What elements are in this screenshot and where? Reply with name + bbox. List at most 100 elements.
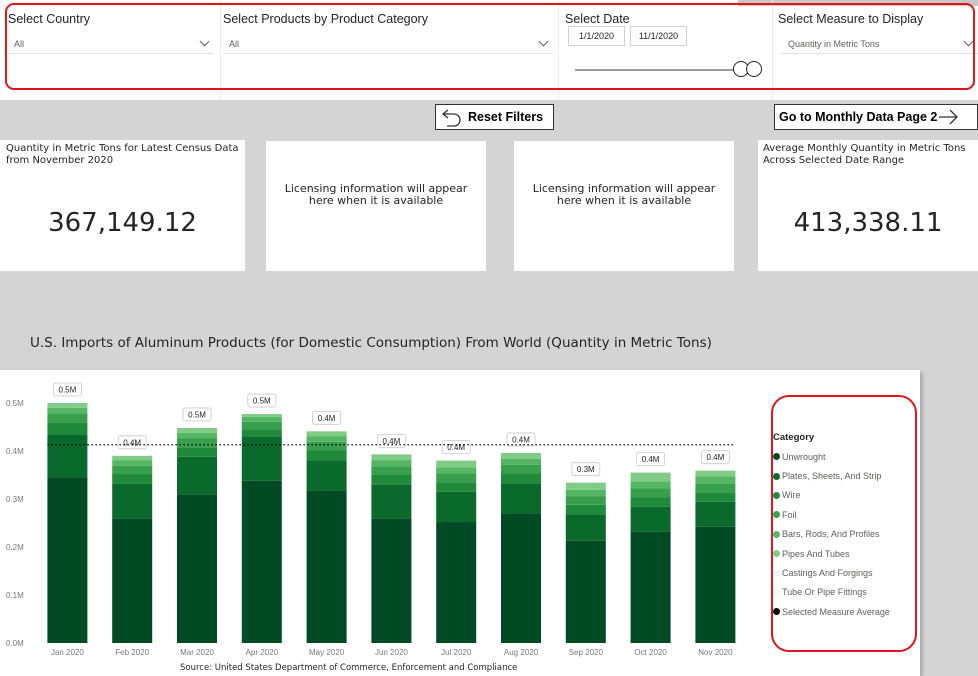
bar-segment[interactable]	[501, 464, 541, 474]
legend-item[interactable]: Pipes And Tubes	[773, 544, 913, 563]
legend-item[interactable]: Castings And Forgings	[773, 563, 913, 582]
bar-segment[interactable]	[371, 475, 412, 485]
bar-segment[interactable]	[695, 492, 736, 502]
bar-segment[interactable]	[241, 436, 282, 481]
legend-item[interactable]: Bars, Rods, And Profiles	[773, 525, 913, 544]
bar-segment[interactable]	[436, 482, 477, 492]
bar-segment[interactable]	[565, 489, 606, 497]
bar-segment[interactable]	[47, 403, 88, 408]
x-tick-label: Apr 2020	[246, 648, 279, 657]
bar-segment[interactable]	[47, 422, 88, 435]
monthly-data-button[interactable]: Go to Monthly Data Page 2	[774, 104, 978, 130]
latest-quantity-title: Quantity in Metric Tons for Latest Censu…	[6, 143, 239, 166]
bar-segment[interactable]	[565, 514, 606, 541]
bar-segment[interactable]	[695, 483, 736, 493]
bar-segment[interactable]	[565, 482, 606, 490]
chart-source: Source: United States Department of Comm…	[180, 663, 518, 673]
legend-label: Plates, Sheets, And Strip	[782, 471, 882, 482]
bar-segment[interactable]	[371, 518, 412, 643]
bar-segment[interactable]	[501, 473, 541, 484]
bar-segment[interactable]	[177, 456, 217, 495]
bar-segment[interactable]	[177, 447, 217, 457]
bar-segment[interactable]	[501, 483, 541, 514]
bar-segment[interactable]	[241, 416, 282, 422]
bar-segment[interactable]	[501, 452, 541, 459]
bar-segment[interactable]	[501, 458, 541, 465]
bar-segment[interactable]	[371, 466, 412, 475]
legend-item[interactable]: Foil	[773, 505, 913, 524]
licensing-card-2: Licensing information will appear here w…	[514, 141, 734, 271]
bar-segment[interactable]	[436, 522, 477, 643]
products-dropdown-value: All	[229, 38, 240, 49]
bar-segment[interactable]	[436, 467, 477, 474]
products-dropdown[interactable]: All	[223, 34, 553, 54]
bar-segment[interactable]	[306, 490, 347, 643]
bar-segment[interactable]	[630, 488, 671, 498]
bar-segment[interactable]	[630, 472, 671, 482]
bar-segment[interactable]	[241, 414, 282, 417]
chart-title: U.S. Imports of Aluminum Products (for D…	[30, 335, 712, 351]
reset-filters-button[interactable]: Reset Filters	[435, 104, 554, 130]
latest-quantity-value: 367,149.12	[48, 208, 197, 238]
bar-segment[interactable]	[112, 465, 153, 475]
legend-marker	[773, 550, 780, 558]
bar-segment[interactable]	[565, 496, 606, 505]
divider	[220, 0, 221, 100]
bar-segment[interactable]	[306, 460, 347, 491]
bar-segment[interactable]	[695, 476, 736, 484]
bar-segment[interactable]	[436, 460, 477, 468]
start-date-input[interactable]: 1/1/2020	[568, 26, 625, 46]
end-date-input[interactable]: 11/1/2020	[630, 26, 687, 46]
bar-segment[interactable]	[112, 455, 153, 461]
bar-segment[interactable]	[630, 497, 671, 507]
bar-segment[interactable]	[630, 506, 671, 532]
bar-segment[interactable]	[501, 513, 541, 643]
bar-segment[interactable]	[306, 431, 347, 437]
legend-marker	[773, 530, 780, 538]
chevron-down-icon	[199, 36, 210, 47]
bar-segment[interactable]	[695, 501, 736, 527]
bar-segment[interactable]	[241, 480, 282, 643]
legend-item[interactable]: Wire	[773, 486, 913, 505]
measure-dropdown[interactable]: Quantity in Metric Tons	[782, 34, 978, 54]
bar-segment[interactable]	[47, 407, 88, 414]
bar-segment[interactable]	[630, 481, 671, 489]
bar-segment[interactable]	[695, 526, 736, 643]
bar-segment[interactable]	[695, 470, 736, 477]
bar-segment[interactable]	[177, 438, 217, 448]
bar-segment[interactable]	[306, 436, 347, 442]
bar-segment[interactable]	[47, 413, 88, 423]
legend-item[interactable]: Plates, Sheets, And Strip	[773, 466, 913, 485]
bar-segment[interactable]	[241, 429, 282, 437]
bar-segment[interactable]	[177, 427, 217, 433]
bar-segment[interactable]	[630, 531, 671, 643]
bar-segment[interactable]	[241, 421, 282, 430]
bar-segment[interactable]	[371, 454, 412, 461]
bar-segment[interactable]	[371, 484, 412, 519]
bar-segment[interactable]	[47, 434, 88, 478]
bar-segment[interactable]	[47, 477, 88, 643]
bar-segment[interactable]	[112, 460, 153, 466]
bar-segment[interactable]	[177, 432, 217, 439]
date-slider-track[interactable]	[575, 69, 745, 71]
x-tick-label: Feb 2020	[115, 648, 149, 657]
bar-segment[interactable]	[112, 474, 153, 484]
bar-segment[interactable]	[371, 460, 412, 467]
country-dropdown[interactable]: All	[8, 34, 214, 54]
bar-segment[interactable]	[177, 494, 217, 643]
bar-segment[interactable]	[306, 450, 347, 461]
bar-segment[interactable]	[112, 483, 153, 519]
average-quantity-card: Average Monthly Quantity in Metric Tons …	[758, 140, 978, 271]
bar-segment[interactable]	[565, 504, 606, 515]
legend-item[interactable]: Unwrought	[773, 447, 913, 466]
bar-segment[interactable]	[565, 540, 606, 643]
date-slider-end-handle[interactable]	[746, 61, 762, 77]
bar-segment[interactable]	[306, 441, 347, 451]
legend-title: Category	[773, 432, 815, 443]
legend-item[interactable]: Tube Or Pipe Fittings	[773, 583, 913, 602]
country-dropdown-value: All	[14, 38, 25, 49]
bar-segment[interactable]	[112, 518, 153, 643]
bar-segment[interactable]	[436, 473, 477, 483]
legend-item[interactable]: Selected Measure Average	[773, 602, 913, 621]
bar-segment[interactable]	[436, 491, 477, 523]
